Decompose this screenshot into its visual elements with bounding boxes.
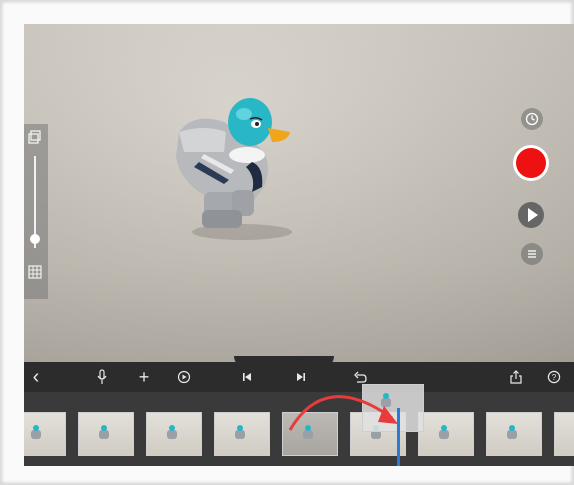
menu-button[interactable]	[521, 243, 543, 265]
opacity-slider-thumb[interactable]	[30, 233, 40, 244]
filmstrip-frame[interactable]	[418, 412, 474, 456]
previous-frame-button[interactable]	[235, 362, 259, 392]
duck-toy-image	[176, 98, 292, 240]
filmstrip-frame[interactable]	[146, 412, 202, 456]
previous-frame-icon	[243, 373, 251, 381]
duck-thumbnail	[31, 425, 41, 439]
play-icon	[527, 208, 538, 222]
camera-layers-icon[interactable]	[28, 130, 42, 144]
filmstrip-frame[interactable]	[214, 412, 270, 456]
record-icon	[516, 148, 546, 178]
help-icon: ?	[547, 370, 561, 384]
play-preview-button[interactable]	[172, 362, 196, 392]
share-icon	[510, 370, 522, 384]
play-button[interactable]	[518, 202, 544, 228]
menu-icon	[528, 250, 536, 258]
filmstrip-frame[interactable]	[78, 412, 134, 456]
help-button[interactable]: ?	[542, 362, 566, 392]
grid-icon[interactable]	[28, 265, 42, 279]
left-control-panel	[24, 124, 48, 299]
camera-preview	[24, 24, 574, 362]
duck-thumbnail	[507, 425, 517, 439]
microphone-icon	[97, 369, 107, 384]
playhead[interactable]	[397, 408, 400, 466]
move-frame-arrow	[288, 395, 398, 431]
filmstrip-frame[interactable]	[554, 412, 574, 456]
duck-thumbnail	[439, 425, 449, 439]
filmstrip-frame[interactable]	[486, 412, 542, 456]
share-button[interactable]	[504, 362, 528, 392]
record-button[interactable]	[513, 145, 549, 181]
play-circle-icon	[177, 370, 191, 384]
timer-button[interactable]	[521, 108, 543, 130]
add-button[interactable]: +	[132, 362, 156, 392]
microphone-button[interactable]	[90, 362, 114, 392]
filmstrip-frame[interactable]	[24, 412, 66, 456]
back-button[interactable]: ‹	[24, 362, 48, 392]
svg-text:?: ?	[552, 373, 557, 382]
duck-thumbnail	[235, 425, 245, 439]
duck-thumbnail	[167, 425, 177, 439]
duck-thumbnail	[99, 425, 109, 439]
timer-icon	[525, 112, 539, 126]
